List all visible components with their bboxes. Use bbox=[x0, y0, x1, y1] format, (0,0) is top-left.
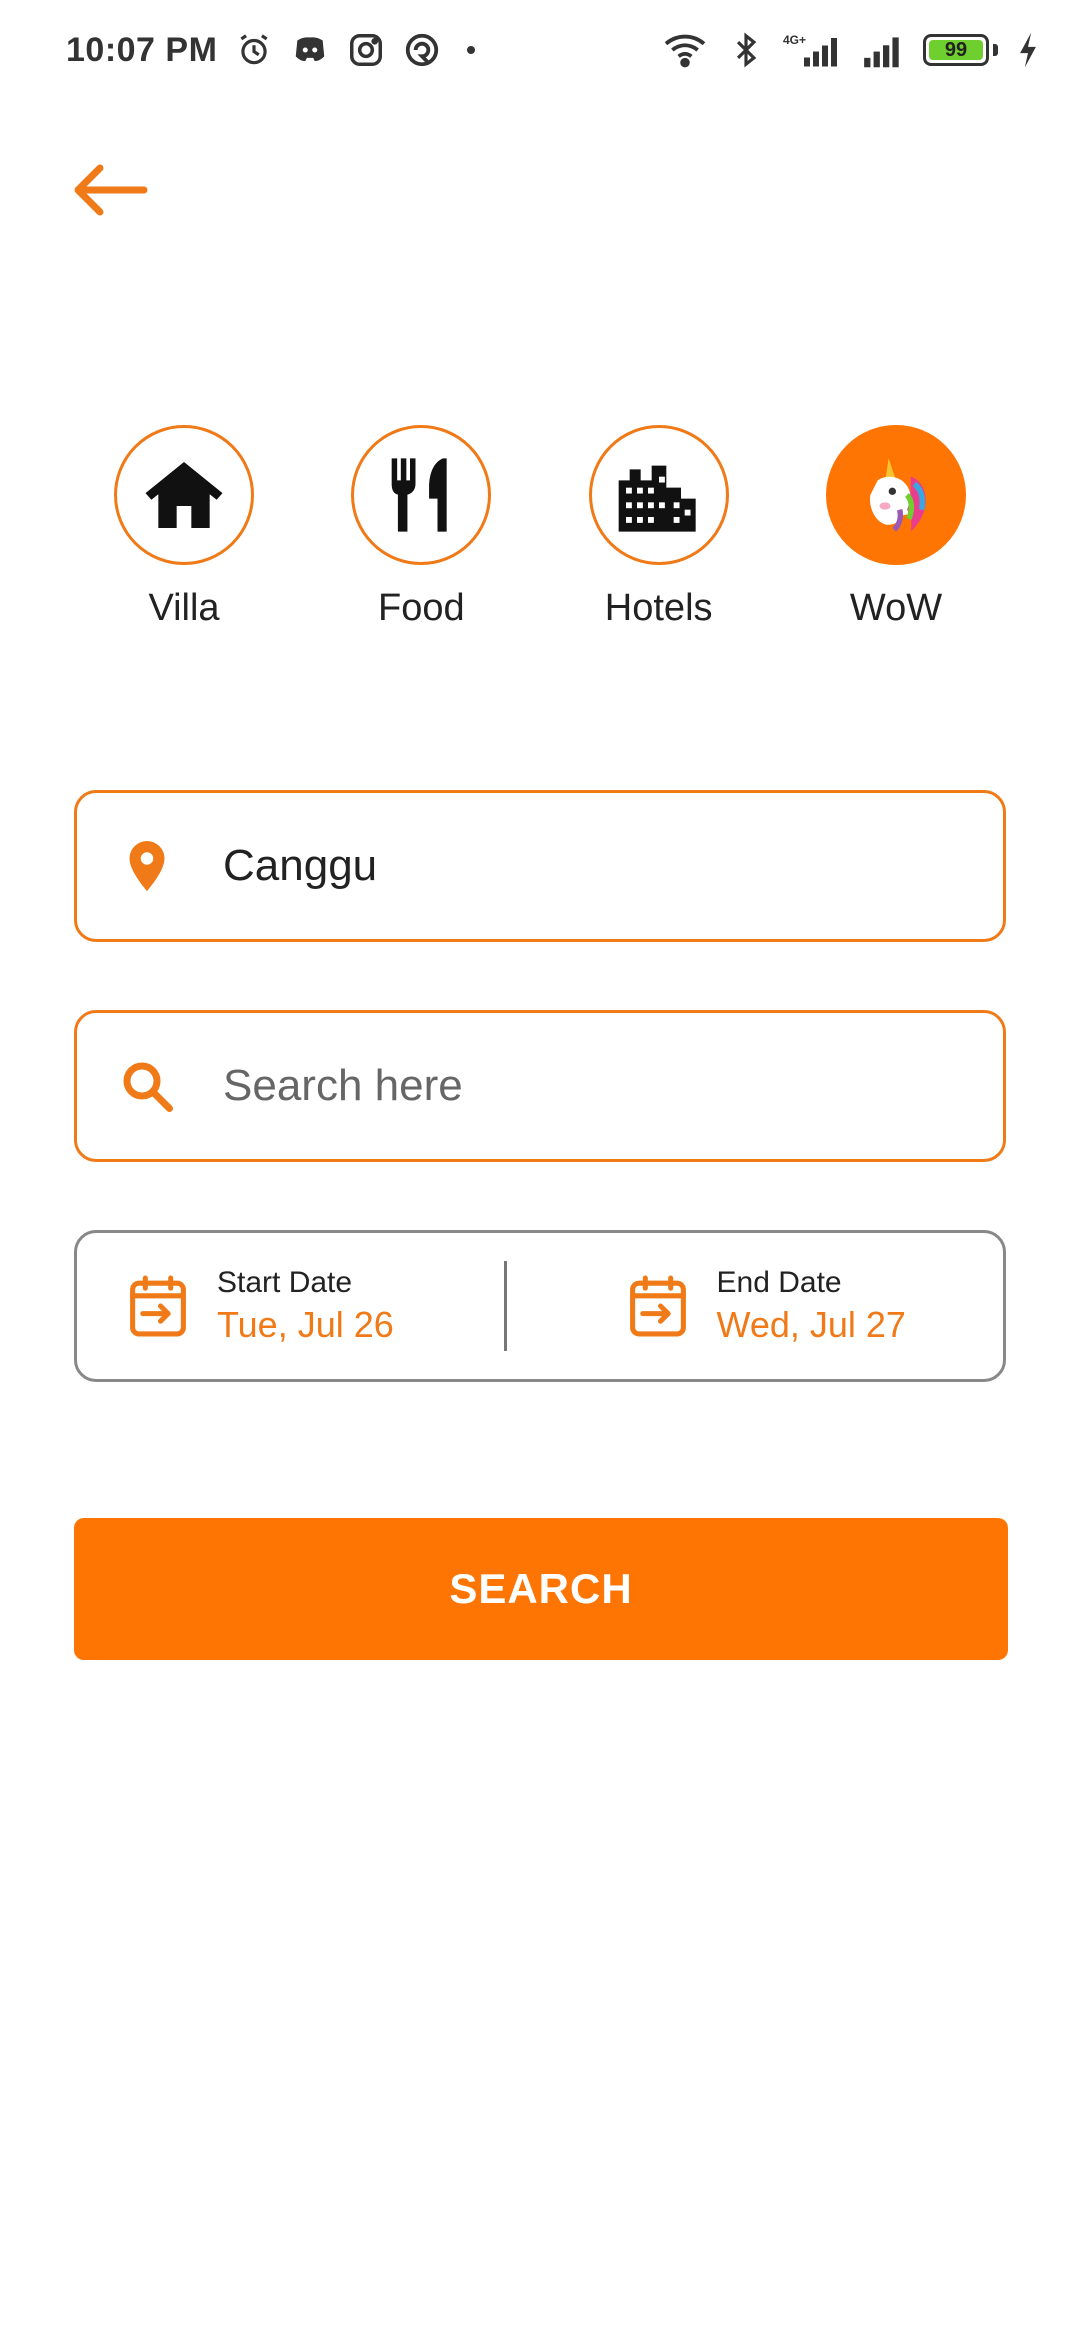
back-button[interactable] bbox=[70, 155, 150, 225]
end-date-texts: End Date Wed, Jul 27 bbox=[717, 1266, 906, 1346]
calendar-icon bbox=[629, 1275, 686, 1337]
location-value: Canggu bbox=[223, 841, 378, 890]
house-icon bbox=[145, 462, 223, 528]
date-range-picker: Start Date Tue, Jul 26 End Date Wed, Jul… bbox=[74, 1230, 1006, 1382]
arrow-left-icon bbox=[74, 164, 148, 216]
category-food-label: Food bbox=[378, 587, 465, 629]
svg-text:4G+: 4G+ bbox=[783, 33, 806, 47]
battery-percent: 99 bbox=[944, 38, 968, 61]
category-selector: Villa Food Hotels WoW bbox=[60, 425, 1020, 630]
category-villa-label: Villa bbox=[148, 587, 220, 629]
category-food[interactable]: Food bbox=[321, 425, 521, 630]
start-date-picker[interactable]: Start Date Tue, Jul 26 bbox=[77, 1233, 504, 1379]
signal-icon: 4G+ bbox=[783, 31, 843, 69]
search-icon bbox=[123, 1062, 173, 1112]
alarm-icon bbox=[235, 31, 273, 69]
unicorn-icon bbox=[869, 458, 926, 532]
search-button[interactable]: SEARCH bbox=[74, 1518, 1008, 1660]
end-date-value: Wed, Jul 27 bbox=[716, 1304, 906, 1345]
status-time: 10:07 PM bbox=[66, 30, 218, 69]
wifi-icon bbox=[661, 31, 709, 69]
category-hotels-circle[interactable] bbox=[588, 425, 729, 565]
calendar-icon bbox=[130, 1275, 186, 1337]
start-date-texts: Start Date Tue, Jul 26 bbox=[217, 1266, 394, 1346]
discord-icon bbox=[291, 31, 329, 69]
start-date-value: Tue, Jul 26 bbox=[217, 1304, 394, 1345]
fork-knife-icon bbox=[391, 458, 447, 532]
signal-icon-2 bbox=[861, 31, 905, 69]
notification-dot bbox=[467, 46, 476, 54]
end-date-picker[interactable]: End Date Wed, Jul 27 bbox=[507, 1233, 1004, 1379]
search-field[interactable] bbox=[74, 1010, 1006, 1162]
end-date-label: End Date bbox=[716, 1266, 842, 1299]
start-date-label: Start Date bbox=[217, 1266, 353, 1299]
category-food-circle[interactable] bbox=[351, 425, 492, 565]
category-villa[interactable]: Villa bbox=[84, 425, 284, 630]
battery-tip bbox=[993, 44, 998, 56]
battery-indicator: 99 bbox=[923, 34, 989, 66]
building-icon bbox=[618, 465, 696, 532]
bluetooth-icon bbox=[727, 31, 765, 69]
app-icon bbox=[403, 31, 441, 69]
category-wow-circle[interactable] bbox=[825, 425, 966, 565]
category-wow-label: WoW bbox=[849, 587, 943, 629]
status-bar: 10:07 PM 4G+ 99 bbox=[0, 0, 1080, 100]
category-villa-circle[interactable] bbox=[114, 425, 254, 565]
charging-icon bbox=[1016, 31, 1040, 69]
category-wow[interactable]: WoW bbox=[796, 425, 996, 630]
category-hotels-label: Hotels bbox=[604, 587, 713, 629]
location-pin-icon bbox=[129, 841, 165, 891]
status-bar-right: 4G+ 99 bbox=[661, 31, 1040, 69]
category-hotels[interactable]: Hotels bbox=[559, 425, 759, 630]
app-screen: 10:07 PM 4G+ 99 Villa Food Hotels WoW Ca… bbox=[0, 0, 1080, 2340]
location-field[interactable]: Canggu bbox=[74, 790, 1006, 942]
instagram-icon bbox=[347, 31, 385, 69]
search-input[interactable] bbox=[223, 1061, 963, 1111]
status-bar-left: 10:07 PM bbox=[66, 30, 476, 70]
